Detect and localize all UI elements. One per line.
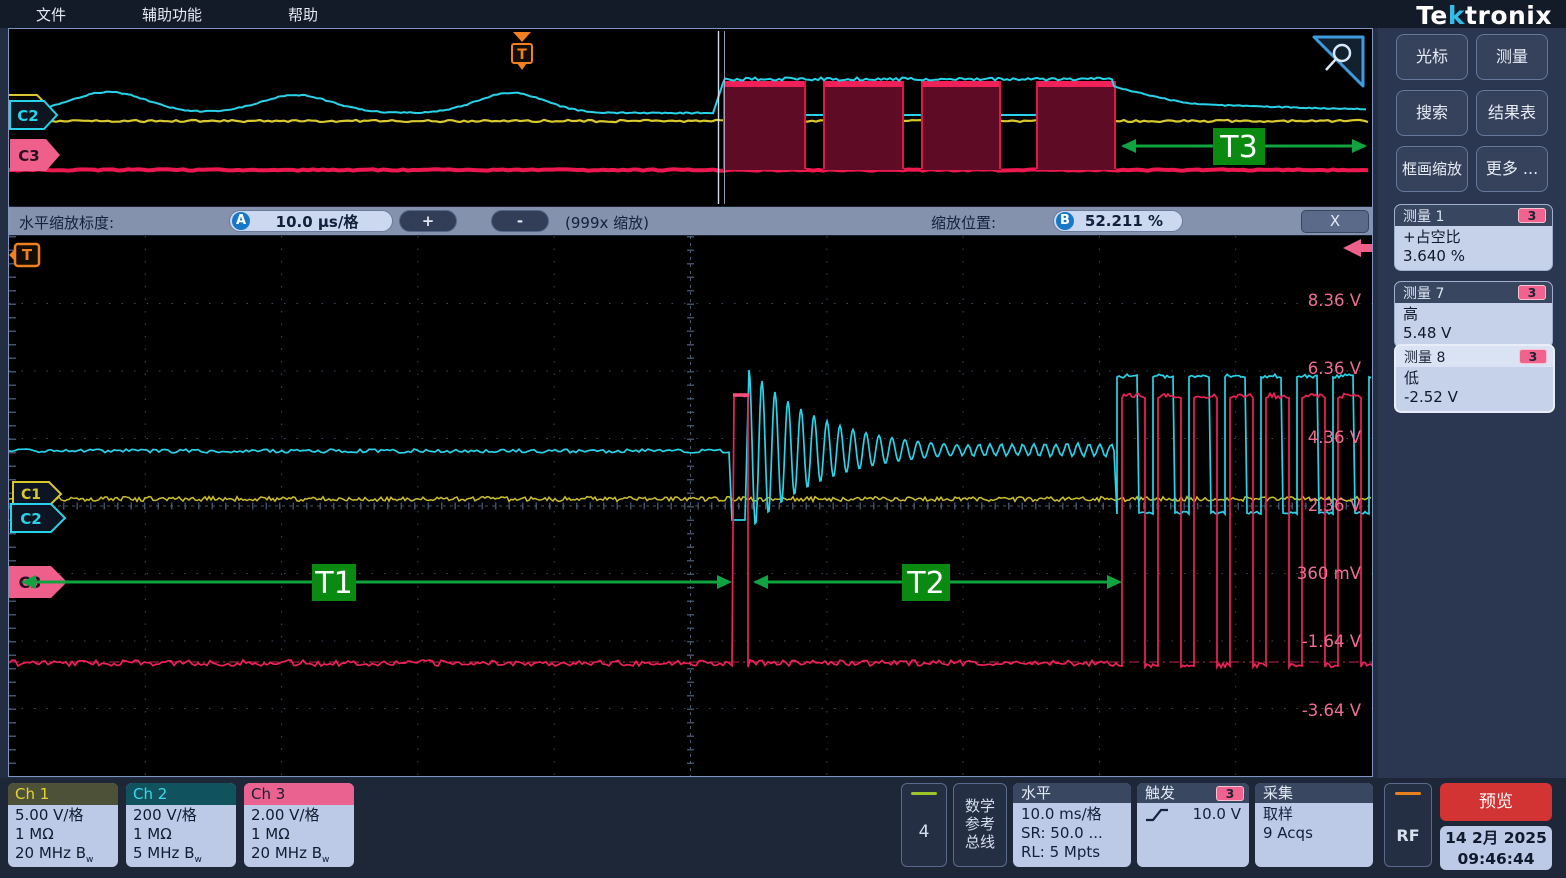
- main-channel-tag-c1[interactable]: C1: [13, 482, 61, 506]
- measurement-name: +占空比: [1403, 228, 1544, 247]
- source-channel-badge: 3: [1519, 349, 1547, 364]
- measurement-name: 高: [1403, 305, 1544, 324]
- search-button[interactable]: 搜索: [1396, 90, 1468, 136]
- t3-annotation: T3: [1121, 128, 1367, 165]
- menu-utility[interactable]: 辅助功能: [128, 4, 216, 25]
- t1-label: T1: [314, 566, 352, 601]
- svg-text:C2: C2: [20, 510, 41, 528]
- menu-bar: 文件 辅助功能 帮助 Tektronix: [0, 0, 1566, 28]
- t2-annotation: T2: [753, 564, 1122, 601]
- main-waveforms: [9, 236, 1372, 776]
- measurement-badge-8[interactable]: 测量 8 3 低 -2.52 V: [1394, 344, 1555, 413]
- preview-button[interactable]: 预览: [1440, 783, 1552, 821]
- voltage-label: 2.36 V: [1308, 496, 1362, 515]
- channel-2-badge[interactable]: Ch 2 200 V/格 1 MΩ 5 MHz Bw: [126, 783, 236, 867]
- menu-file[interactable]: 文件: [22, 4, 80, 25]
- zoom-in-button[interactable]: +: [399, 210, 457, 232]
- zoom-close-button[interactable]: X: [1301, 210, 1369, 233]
- zoom-overview-icon[interactable]: [1314, 37, 1363, 86]
- display-area: T C2 C3: [8, 28, 1373, 777]
- horizontal-badge[interactable]: 水平 10.0 ms/格 SR: 50.0 ... RL: 5 Mpts: [1013, 783, 1131, 867]
- tektronix-logo: Tektronix: [1416, 1, 1552, 30]
- channel-3-badge[interactable]: Ch 3 2.00 V/格 1 MΩ 20 MHz Bw: [244, 783, 354, 867]
- zoom-position-knob[interactable]: B 52.211 %: [1053, 210, 1183, 232]
- voltage-label: 360 mV: [1297, 564, 1362, 583]
- channel-4-color-line: [911, 792, 937, 795]
- t1-annotation: T1: [21, 564, 732, 601]
- knob-a-icon: A: [232, 212, 250, 230]
- source-channel-badge: 3: [1518, 285, 1546, 300]
- main-channel-tag-c2[interactable]: C2: [11, 504, 65, 532]
- measure-button[interactable]: 测量: [1476, 34, 1548, 80]
- more-button[interactable]: 更多 ...: [1476, 146, 1548, 192]
- t2-label: T2: [906, 566, 944, 601]
- zoom-out-button[interactable]: -: [491, 210, 549, 232]
- measurement-value: 5.48 V: [1403, 324, 1544, 343]
- cursors-button[interactable]: 光标: [1396, 34, 1468, 80]
- rising-edge-icon: [1145, 806, 1169, 824]
- voltage-label: 6.36 V: [1308, 359, 1362, 378]
- measurement-value: -2.52 V: [1404, 388, 1545, 407]
- overview-channel-tag-c2[interactable]: C2: [10, 101, 57, 129]
- waveform-main-view[interactable]: T C1 C2: [9, 236, 1372, 776]
- svg-text:C3: C3: [18, 147, 39, 165]
- measurement-value: 3.640 %: [1403, 247, 1544, 266]
- trigger-time-marker[interactable]: T: [9, 244, 39, 266]
- right-sidebar: 光标 测量 搜索 结果表 框画缩放 更多 ... 测量 1 3 +占空比 3.6…: [1378, 28, 1566, 778]
- rf-badge[interactable]: RF: [1384, 783, 1432, 867]
- voltage-label: -1.64 V: [1302, 632, 1362, 651]
- voltage-label: 8.36 V: [1308, 291, 1362, 310]
- zoom-scale-label: 水平缩放标度:: [19, 212, 114, 233]
- channel-1-badge[interactable]: Ch 1 5.00 V/格 1 MΩ 20 MHz Bw: [8, 783, 118, 867]
- svg-text:T: T: [22, 246, 33, 264]
- bottom-status-bar: Ch 1 5.00 V/格 1 MΩ 20 MHz Bw Ch 2 200 V/…: [0, 778, 1566, 878]
- svg-text:T: T: [517, 47, 527, 63]
- trigger-badge[interactable]: 触发 3 10.0 V: [1137, 783, 1249, 867]
- voltage-label: -3.64 V: [1302, 701, 1362, 720]
- zoom-factor-label: (999x 缩放): [565, 212, 649, 233]
- knob-b-icon: B: [1056, 212, 1074, 230]
- acquisition-badge[interactable]: 采集 取样 9 Acqs: [1255, 783, 1373, 867]
- date-time-display: 14 2月 2025 09:46:44: [1440, 826, 1552, 870]
- voltage-label: 4.36 V: [1308, 428, 1362, 447]
- measurement-name: 低: [1404, 369, 1545, 388]
- source-channel-badge: 3: [1518, 208, 1546, 223]
- channel-4-badge[interactable]: 4: [901, 783, 947, 867]
- rf-color-line: [1395, 792, 1421, 795]
- zoom-control-bar: 水平缩放标度: A 10.0 µs/格 + - (999x 缩放) 缩放位置: …: [9, 206, 1372, 236]
- zoom-position-label: 缩放位置:: [931, 212, 996, 233]
- svg-text:C2: C2: [17, 107, 38, 125]
- svg-text:C1: C1: [21, 487, 41, 503]
- measurement-badge-7[interactable]: 测量 7 3 高 5.48 V: [1394, 281, 1553, 348]
- zoom-scale-knob[interactable]: A 10.0 µs/格: [229, 210, 393, 232]
- waveform-overview[interactable]: T C2 C3: [9, 29, 1372, 206]
- trigger-source-badge: 3: [1216, 786, 1244, 801]
- overview-channel-tag-c3[interactable]: C3: [10, 139, 60, 171]
- menu-help[interactable]: 帮助: [274, 4, 332, 25]
- trigger-level-arrow[interactable]: [1343, 239, 1372, 257]
- results-table-button[interactable]: 结果表: [1476, 90, 1548, 136]
- trigger-position-flag[interactable]: T: [512, 32, 532, 70]
- t3-label: T3: [1219, 130, 1257, 165]
- oscilloscope-app: 文件 辅助功能 帮助 Tektronix T: [0, 0, 1566, 878]
- math-ref-bus-button[interactable]: 数学 参考 总线: [953, 783, 1007, 867]
- measurement-badge-1[interactable]: 测量 1 3 +占空比 3.640 %: [1394, 204, 1553, 271]
- overview-waveforms: [9, 78, 1368, 171]
- draw-a-box-button[interactable]: 框画缩放: [1396, 146, 1468, 192]
